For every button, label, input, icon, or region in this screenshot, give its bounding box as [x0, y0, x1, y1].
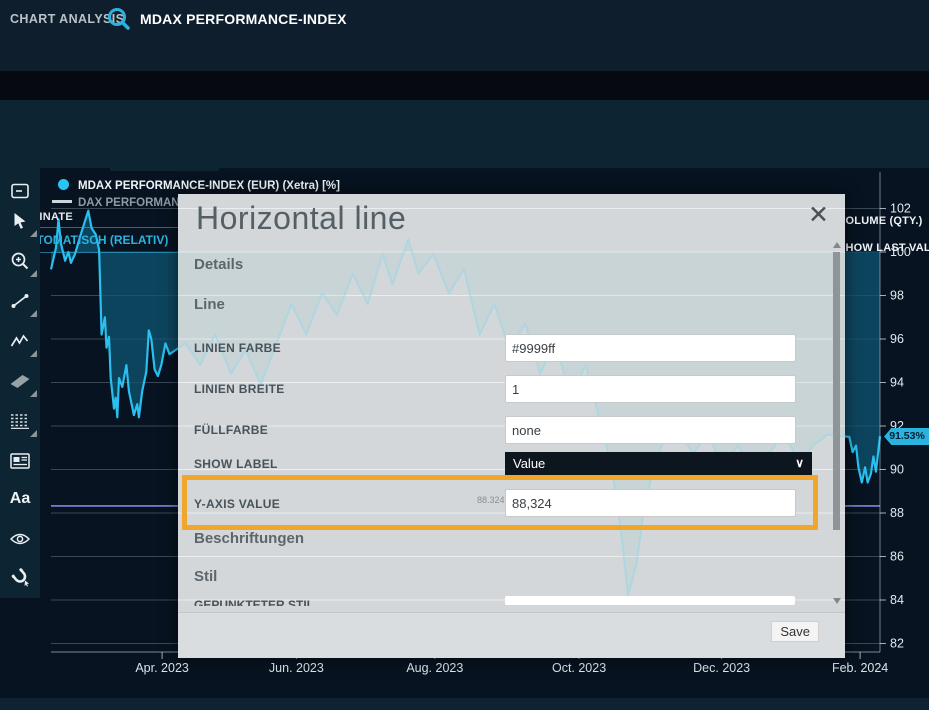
chevron-down-icon: ∨	[795, 456, 804, 470]
close-icon[interactable]: ✕	[808, 200, 829, 230]
scrollbar-thumb[interactable]	[833, 252, 840, 530]
y-axis-label: 88	[890, 506, 904, 520]
annotation-tool-icon[interactable]	[0, 442, 40, 480]
clipped-field-label: GEPUNKTETER STIL	[194, 598, 514, 606]
x-axis-label: Apr. 2023	[135, 661, 189, 675]
y-axis-label: 94	[890, 376, 904, 390]
y-axis-label: 102	[890, 202, 911, 216]
horizontal-line-dialog: 88.324 Horizontal line ✕ Details Line LI…	[178, 194, 845, 658]
view-controls-row: ORDINATE AUTOMATISCH (RELATIV) ∨ AGGREGA…	[0, 100, 929, 168]
show-label-label: SHOW LABEL	[194, 457, 278, 471]
x-axis-label: Oct. 2023	[552, 661, 606, 675]
legend-label: MDAX PERFORMANCE-INDEX (EUR) (Xetra) [%]	[78, 180, 340, 192]
text-tool-label: Aa	[10, 490, 30, 508]
line-color-label: LINIEN FARBE	[194, 341, 281, 355]
dialog-title: Horizontal line	[196, 200, 406, 237]
last-value-badge: 91.53%	[884, 428, 929, 445]
toggle-label-show-last-value: SHOW LAST VALUE	[838, 242, 929, 254]
y-axis-label: 86	[890, 550, 904, 564]
magnet-tool-icon[interactable]	[0, 558, 40, 596]
line-segment-tool-icon[interactable]	[0, 282, 40, 320]
hatch-lines-tool-icon[interactable]	[0, 402, 40, 440]
scroll-down-icon[interactable]	[833, 598, 841, 604]
x-axis-label: Jun. 2023	[269, 661, 324, 675]
y-axis-label: 82	[890, 637, 904, 651]
y-axis-value-input[interactable]	[505, 489, 796, 517]
show-label-select[interactable]: Value ∨	[505, 452, 812, 477]
y-axis-value-label: Y-AXIS VALUE	[194, 497, 280, 511]
ordinate-value: AUTOMATISCH (RELATIV)	[19, 233, 168, 247]
section-beschriftungen: Beschriftungen	[194, 530, 304, 547]
dialog-content: Horizontal line ✕ Details Line LINIEN FA…	[178, 194, 845, 658]
line-color-input[interactable]	[505, 334, 796, 362]
line-width-label: LINIEN BREITE	[194, 382, 285, 396]
line-width-input[interactable]	[505, 375, 796, 403]
toggle-label-volume: VOLUME (QTY.)	[838, 215, 923, 227]
title-bar: CHART ANALYSIS MDAX PERFORMANCE-INDEX	[0, 0, 929, 38]
drawing-toolbar: Aa	[0, 168, 40, 598]
x-axis-label: Dec. 2023	[693, 661, 750, 675]
date-range-bar: 1 JAHR ∨ FROM: 13.02.23 TO: 12.02.24	[0, 38, 929, 71]
dialog-footer: Save	[178, 612, 845, 658]
fill-color-input[interactable]	[505, 416, 796, 444]
dialog-scrollbar[interactable]	[833, 244, 841, 612]
ribbon-tabs: Start View Axis	[0, 71, 929, 100]
y-axis-label: 84	[890, 593, 904, 607]
instrument-search-value[interactable]: MDAX PERFORMANCE-INDEX	[140, 11, 347, 27]
eye-icon[interactable]	[0, 520, 40, 558]
series-line-marker	[52, 200, 72, 203]
text-tool-icon[interactable]: Aa	[0, 480, 40, 518]
legend-item-mdax[interactable]: MDAX PERFORMANCE-INDEX (EUR) (Xetra) [%]	[52, 176, 340, 193]
zoom-in-tool-icon[interactable]	[0, 242, 40, 280]
y-axis-label: 98	[890, 289, 904, 303]
y-axis-label: 90	[890, 463, 904, 477]
section-stil: Stil	[194, 568, 217, 585]
scroll-up-icon[interactable]	[833, 242, 841, 248]
section-details: Details	[194, 256, 243, 273]
clipped-field-input[interactable]	[505, 596, 795, 605]
save-button[interactable]: Save	[771, 621, 819, 642]
x-axis-label: Aug. 2023	[406, 661, 463, 675]
y-axis-label: 96	[890, 332, 904, 346]
zigzag-tool-icon[interactable]	[0, 322, 40, 360]
bottom-strip	[0, 698, 929, 710]
fill-color-label: FÜLLFARBE	[194, 423, 268, 437]
show-label-value: Value	[513, 456, 545, 471]
chart-analysis-app: 102100989694929088868482Apr. 2023Jun. 20…	[0, 0, 929, 710]
series-dot-marker	[58, 179, 69, 190]
cursor-tool-icon[interactable]	[0, 202, 40, 240]
x-axis-label: Feb. 2024	[832, 661, 888, 675]
search-icon[interactable]	[106, 6, 132, 37]
section-line: Line	[194, 296, 225, 313]
parallelogram-tool-icon[interactable]	[0, 362, 40, 400]
